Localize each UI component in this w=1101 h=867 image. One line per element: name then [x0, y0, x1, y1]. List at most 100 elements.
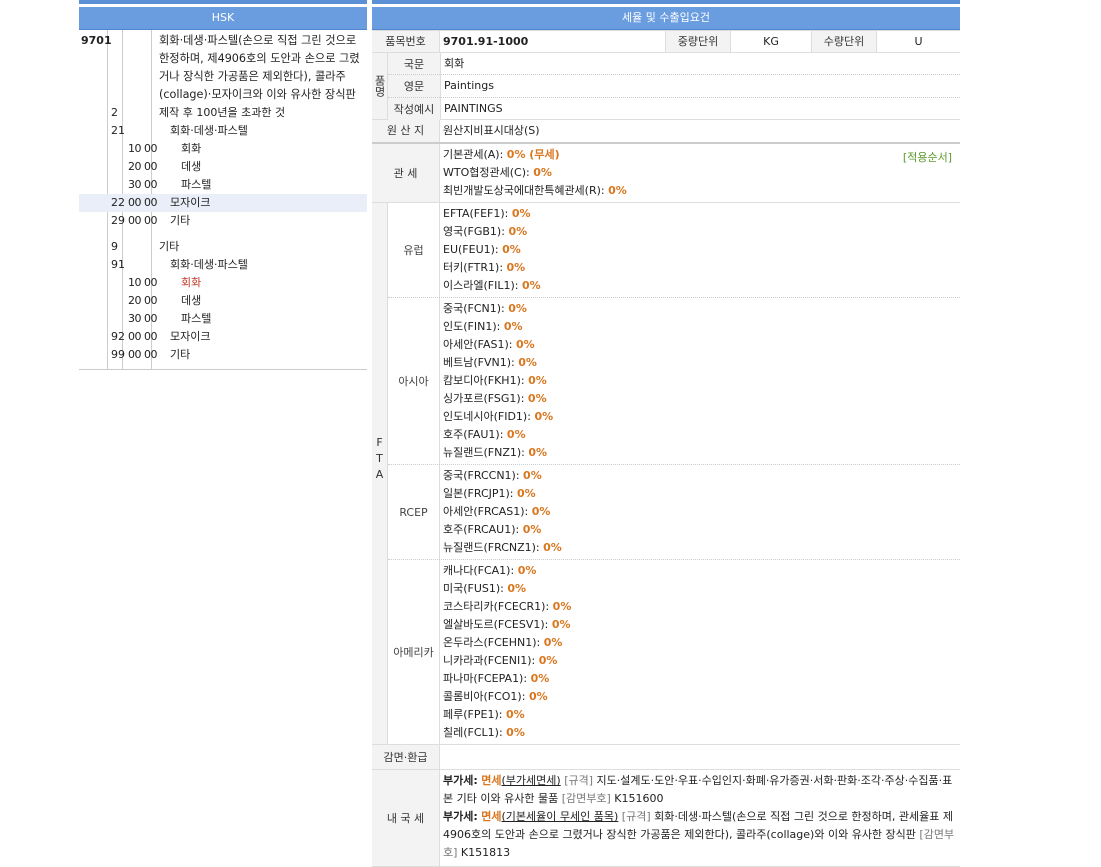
- fta-agreement-name: 호주(FAU1):: [443, 428, 504, 441]
- fta-agreement-name: 엘살바도르(FCESV1):: [443, 618, 549, 631]
- hsk-tree-row[interactable]: 9 기타: [79, 238, 367, 256]
- hsk-suffix-code: 00 00: [128, 330, 158, 343]
- fta-rate: 0%: [538, 654, 558, 667]
- hsk-row-description: 기타: [170, 214, 191, 227]
- fta-agreement-name: 뉴질랜드(FRCNZ1):: [443, 541, 540, 554]
- hsk-tree-row[interactable]: 20 00 데생: [79, 158, 367, 176]
- domestic-tax-link[interactable]: (부가세면세): [502, 774, 561, 787]
- domestic-tax-row: 내 국 세 부가세: 면세(부가세면세) [규격] 지도·설계도·도안·우표·수…: [372, 770, 960, 867]
- fta-rate: 0%: [534, 410, 554, 423]
- fta-rate-list: 중국(FCN1): 0% 인도(FIN1): 0% 아세안(FAS1): 0% 베트남…: [439, 298, 960, 464]
- fta-rate: 0%: [506, 261, 526, 274]
- fta-region-group: RCEP 중국(FRCCN1): 0% 일본(FRCJP1): 0% 아세안(FRCA…: [388, 465, 960, 560]
- apply-order-link[interactable]: [적용순서]: [903, 149, 952, 165]
- fta-agreement-name: 뉴질랜드(FNZ1):: [443, 446, 525, 459]
- fta-agreement-name: 니카라과(FCENI1):: [443, 654, 536, 667]
- fta-agreement-name: 인도네시아(FID1):: [443, 410, 531, 423]
- hsk-panel-title: HSK: [79, 7, 367, 30]
- hsk-tree-row[interactable]: 20 00 데생: [79, 292, 367, 310]
- hsk-col-heading: [79, 194, 109, 212]
- fta-rate-line: 온두라스(FCEHN1): 0%: [443, 634, 960, 652]
- fta-rate: 0%: [506, 428, 526, 441]
- fta-rate-line: 아세안(FAS1): 0%: [443, 336, 960, 354]
- hsk-subheading-code: [109, 140, 126, 158]
- domestic-tax-type: 부가세:: [443, 810, 478, 823]
- reduction-code: K151600: [614, 792, 664, 805]
- item-number-row: 품목번호 9701.91-1000 중량단위 KG 수량단위 U: [372, 30, 960, 53]
- fta-label: F T A: [372, 203, 387, 744]
- fta-rate-line: 중국(FRCCN1): 0%: [443, 467, 960, 485]
- domestic-tax-type: 부가세:: [443, 774, 478, 787]
- fta-rate: 0%: [503, 320, 523, 333]
- hsk-tree-row[interactable]: 92 00 00 모자이크: [79, 328, 367, 346]
- hsk-suffix-code: 20 00: [128, 294, 158, 307]
- hsk-tree-row[interactable]: 2 제작 후 100년을 초과한 것: [79, 104, 367, 122]
- hsk-col-heading: [79, 292, 109, 310]
- fta-agreement-name: 일본(FRCJP1):: [443, 487, 514, 500]
- hsk-tree-row[interactable]: 10 00 회화: [79, 140, 367, 158]
- hsk-tree-row[interactable]: 29 00 00 기타: [79, 212, 367, 230]
- hsk-tree-row[interactable]: 22 00 00 모자이크: [79, 194, 367, 212]
- hsk-tree: 9701 회화·데생·파스텔(손으로 직접 그린 것으로 한정하며, 제4906…: [79, 30, 367, 370]
- domestic-tax-link[interactable]: (기본세율이 무세인 품목): [502, 810, 619, 823]
- item-name-block: 품명 국문 영문 작성예시 회화 Paintings PAINTINGS: [372, 53, 960, 120]
- fta-rate-line: EU(FEU1): 0%: [443, 241, 960, 259]
- weight-unit-label: 중량단위: [665, 31, 730, 52]
- right-top-accent: [372, 0, 960, 4]
- spec-tag: [규격]: [564, 774, 594, 787]
- fta-rate-line: 아세안(FRCAS1): 0%: [443, 503, 960, 521]
- hsk-subheading-code: [109, 176, 126, 194]
- reduction-label: 감면·환급: [372, 745, 439, 769]
- fta-agreement-name: 파나마(FCEPA1):: [443, 672, 528, 685]
- fta-agreement-name: 중국(FRCCN1):: [443, 469, 520, 482]
- fta-rate: 0%: [517, 564, 537, 577]
- reduction-code: K151813: [460, 846, 511, 859]
- hsk-tree-row[interactable]: 91 회화·데생·파스텔: [79, 256, 367, 274]
- tariff-rate-line: 최빈개발도상국에대한특혜관세(R): 0%: [440, 182, 960, 200]
- item-name-group-text: 품명: [373, 75, 386, 97]
- fta-rate: 0%: [515, 338, 535, 351]
- hsk-col-heading: [79, 238, 109, 256]
- tariff-rate: 0% (무세): [506, 148, 560, 161]
- hsk-tree-row[interactable]: 21 회화·데생·파스텔: [79, 122, 367, 140]
- hsk-heading-description: 회화·데생·파스텔(손으로 직접 그린 것으로 한정하며, 제4906호의 도안…: [159, 34, 360, 101]
- tariff-table: 품목번호 9701.91-1000 중량단위 KG 수량단위 U 품명 국문 영…: [372, 30, 960, 867]
- fta-rate-line: 니카라과(FCENI1): 0%: [443, 652, 960, 670]
- fta-rate-line: 인도네시아(FID1): 0%: [443, 408, 960, 426]
- tariff-label: 관 세: [372, 144, 439, 202]
- fta-rate: 0%: [506, 726, 525, 739]
- weight-unit-value: KG: [730, 31, 811, 52]
- english-name-value: Paintings: [441, 75, 960, 98]
- spec-tag: [규격]: [621, 810, 651, 823]
- fta-rate-line: 호주(FAU1): 0%: [443, 426, 960, 444]
- fta-agreement-name: 캄보디아(FKH1):: [443, 374, 525, 387]
- hsk-tree-row[interactable]: 99 00 00 기타: [79, 346, 367, 364]
- fta-rate: 0%: [511, 207, 531, 220]
- tariff-row: 관 세 기본관세(A): 0% (무세) WTO협정관세(C): 0% 최빈개발도상…: [372, 144, 960, 203]
- qty-unit-label: 수량단위: [811, 31, 876, 52]
- hsk-suffix-code: 10 00: [128, 142, 158, 155]
- fta-rate: 0%: [543, 541, 562, 554]
- fta-rate-list: 캐나다(FCA1): 0% 미국(FUS1): 0% 코스타리카(FCECR1): …: [439, 560, 960, 744]
- tariff-panel-title: 세율 및 수출입요건: [372, 7, 960, 30]
- tariff-rate: 0%: [608, 184, 627, 197]
- hsk-tree-row[interactable]: 10 00 회화: [79, 274, 367, 292]
- fta-rate: 0%: [508, 302, 527, 315]
- fta-agreement-name: EFTA(FEF1):: [443, 207, 509, 220]
- fta-agreement-name: 베트남(FVN1):: [443, 356, 515, 369]
- hsk-tree-row[interactable]: 30 00 파스텔: [79, 310, 367, 328]
- hsk-row-description: 파스텔: [181, 178, 212, 191]
- fta-rate-list: 중국(FRCCN1): 0% 일본(FRCJP1): 0% 아세안(FRCAS1):…: [439, 465, 960, 559]
- fta-rate-line: 엘살바도르(FCESV1): 0%: [443, 616, 960, 634]
- qty-unit-value: U: [876, 31, 960, 52]
- fta-region-group: 아시아 중국(FCN1): 0% 인도(FIN1): 0% 아세안(FAS1): 0%…: [388, 298, 960, 465]
- hsk-subheading-code: 2: [111, 106, 118, 119]
- hsk-heading-row[interactable]: 9701 회화·데생·파스텔(손으로 직접 그린 것으로 한정하며, 제4906…: [79, 30, 367, 104]
- hsk-row-description: 파스텔: [181, 312, 212, 325]
- fta-rate-line: 미국(FUS1): 0%: [443, 580, 960, 598]
- fta-rate-line: 뉴질랜드(FNZ1): 0%: [443, 444, 960, 462]
- hsk-tree-row[interactable]: 30 00 파스텔: [79, 176, 367, 194]
- hsk-suffix-code: 00 00: [128, 196, 158, 209]
- fta-agreement-name: 호주(FRCAU1):: [443, 523, 520, 536]
- hsk-row-description: 모자이크: [170, 196, 211, 209]
